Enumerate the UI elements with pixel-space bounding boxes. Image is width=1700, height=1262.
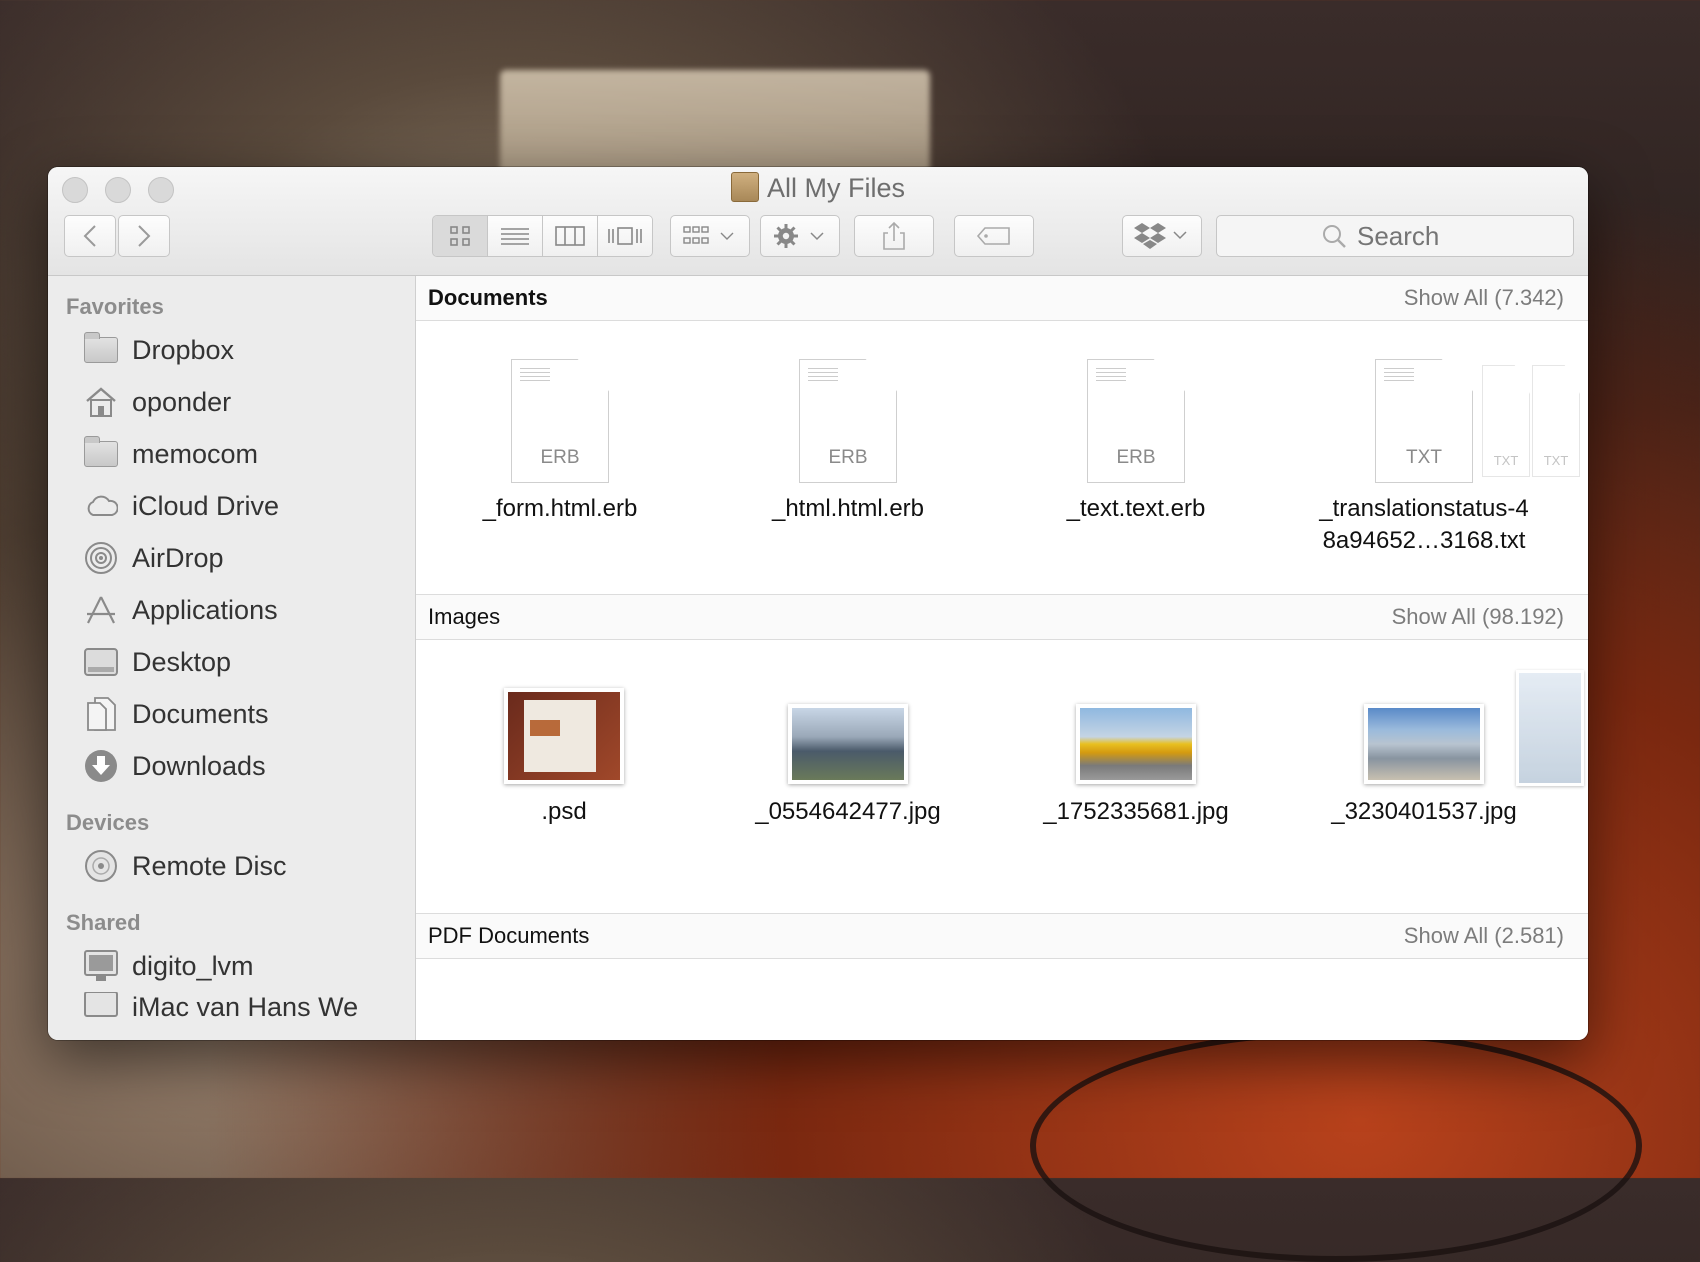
pdf-grid	[416, 959, 1588, 1040]
dropbox-button[interactable]	[1122, 215, 1202, 257]
search-input[interactable]	[1355, 219, 1469, 253]
section-title: Documents	[428, 285, 548, 310]
show-all-link[interactable]: Show All (7.342)	[1404, 285, 1564, 311]
view-mode-control[interactable]	[432, 215, 653, 257]
disc-icon	[84, 850, 118, 882]
file-item[interactable]: ERB _form.html.erb	[420, 359, 700, 525]
more-files-stack[interactable]: TXT TXT	[1482, 365, 1580, 477]
downloads-icon	[84, 750, 118, 782]
images-grid: .psd _0554642477.jpg _1752335681.jpg _32…	[416, 640, 1588, 914]
forward-button[interactable]	[118, 215, 170, 257]
tags-button[interactable]	[954, 215, 1034, 257]
coverflow-view-button[interactable]	[598, 216, 652, 256]
tag-icon	[976, 227, 1010, 245]
document-icon: TXT	[1482, 365, 1530, 477]
sidebar-item-downloads[interactable]: Downloads	[48, 740, 415, 792]
file-item[interactable]: .psd	[424, 688, 704, 828]
devices-header: Devices	[66, 810, 150, 835]
psd-thumbnail	[504, 688, 624, 784]
back-button[interactable]	[64, 215, 116, 257]
chevron-left-icon	[83, 225, 96, 247]
column-view-button[interactable]	[543, 216, 598, 256]
arrange-icon	[683, 226, 734, 244]
image-thumbnail	[1364, 704, 1484, 784]
document-icon: ERB	[1087, 359, 1185, 483]
action-button[interactable]	[760, 215, 840, 257]
shared-header: Shared	[66, 910, 141, 935]
share-icon	[883, 221, 905, 250]
sidebar-item-imac[interactable]: iMac van Hans We	[48, 992, 415, 1032]
sidebar-item-desktop[interactable]: Desktop	[48, 636, 415, 688]
all-my-files-icon	[730, 172, 759, 202]
grid-icon	[450, 226, 470, 246]
file-item[interactable]: ERB _html.html.erb	[708, 359, 988, 525]
sidebar-item-memocom[interactable]: memocom	[48, 428, 415, 480]
list-icon	[501, 228, 529, 245]
window-title: All My Files	[48, 172, 1588, 204]
documents-grid: ERB _form.html.erb ERB _html.html.erb ER…	[416, 321, 1588, 595]
coverflow-icon	[608, 227, 642, 245]
file-area: Documents Show All (7.342) ERB _form.htm…	[416, 276, 1588, 1040]
sidebar-item-airdrop[interactable]: AirDrop	[48, 532, 415, 584]
section-header-documents: Documents Show All (7.342)	[416, 276, 1588, 321]
folder-icon	[83, 436, 118, 469]
file-item[interactable]: _0554642477.jpg	[708, 704, 988, 828]
background-rug	[1030, 1030, 1642, 1262]
sidebar: Favorites Dropbox oponder memocom iCloud…	[48, 276, 416, 1040]
file-item[interactable]: ERB _text.text.erb	[996, 359, 1276, 525]
sidebar-item-icloud-drive[interactable]: iCloud Drive	[48, 480, 415, 532]
search-field[interactable]	[1216, 215, 1574, 257]
dropbox-icon	[1134, 223, 1187, 249]
home-icon	[84, 387, 118, 417]
document-icon: ERB	[511, 359, 609, 483]
image-thumbnail	[788, 704, 908, 784]
desktop-icon	[84, 647, 118, 677]
more-images-stack[interactable]	[1516, 670, 1584, 786]
image-thumbnail	[1516, 670, 1584, 786]
sidebar-item-applications[interactable]: Applications	[48, 584, 415, 636]
finder-window: All My Files Search Favorites Dropbox op…	[48, 167, 1588, 1040]
list-view-button[interactable]	[488, 216, 543, 256]
section-header-images: Images Show All (98.192)	[416, 595, 1588, 640]
sidebar-item-oponder[interactable]: oponder	[48, 376, 415, 428]
arrange-button[interactable]	[670, 215, 750, 257]
sidebar-item-remote-disc[interactable]: Remote Disc	[48, 840, 415, 892]
section-title: PDF Documents	[428, 923, 590, 948]
chevron-right-icon	[138, 225, 151, 247]
section-header-pdf: PDF Documents Show All (2.581)	[416, 914, 1588, 959]
share-button[interactable]	[854, 215, 934, 257]
computer-icon	[84, 992, 118, 1022]
image-thumbnail	[1076, 704, 1196, 784]
sidebar-item-documents[interactable]: Documents	[48, 688, 415, 740]
sidebar-item-digito-lvm[interactable]: digito_lvm	[48, 940, 415, 992]
section-title: Images	[428, 604, 501, 629]
documents-icon	[84, 697, 118, 731]
document-icon: ERB	[799, 359, 897, 483]
file-item[interactable]: _1752335681.jpg	[996, 704, 1276, 828]
folder-icon	[83, 332, 118, 365]
favorites-header: Favorites	[66, 294, 164, 319]
columns-icon	[555, 226, 585, 246]
show-all-link[interactable]: Show All (2.581)	[1404, 923, 1564, 949]
show-all-link[interactable]: Show All (98.192)	[1392, 604, 1564, 630]
icon-view-button[interactable]	[433, 216, 488, 256]
airdrop-icon	[84, 542, 118, 574]
cloud-icon	[84, 491, 118, 521]
applications-icon	[84, 595, 118, 625]
computer-icon	[84, 950, 118, 981]
sidebar-item-dropbox[interactable]: Dropbox	[48, 324, 415, 376]
search-icon	[1323, 225, 1346, 248]
document-icon: TXT	[1375, 359, 1473, 483]
document-icon: TXT	[1532, 365, 1580, 477]
titlebar: All My Files	[48, 167, 1588, 276]
gear-icon	[774, 224, 824, 248]
